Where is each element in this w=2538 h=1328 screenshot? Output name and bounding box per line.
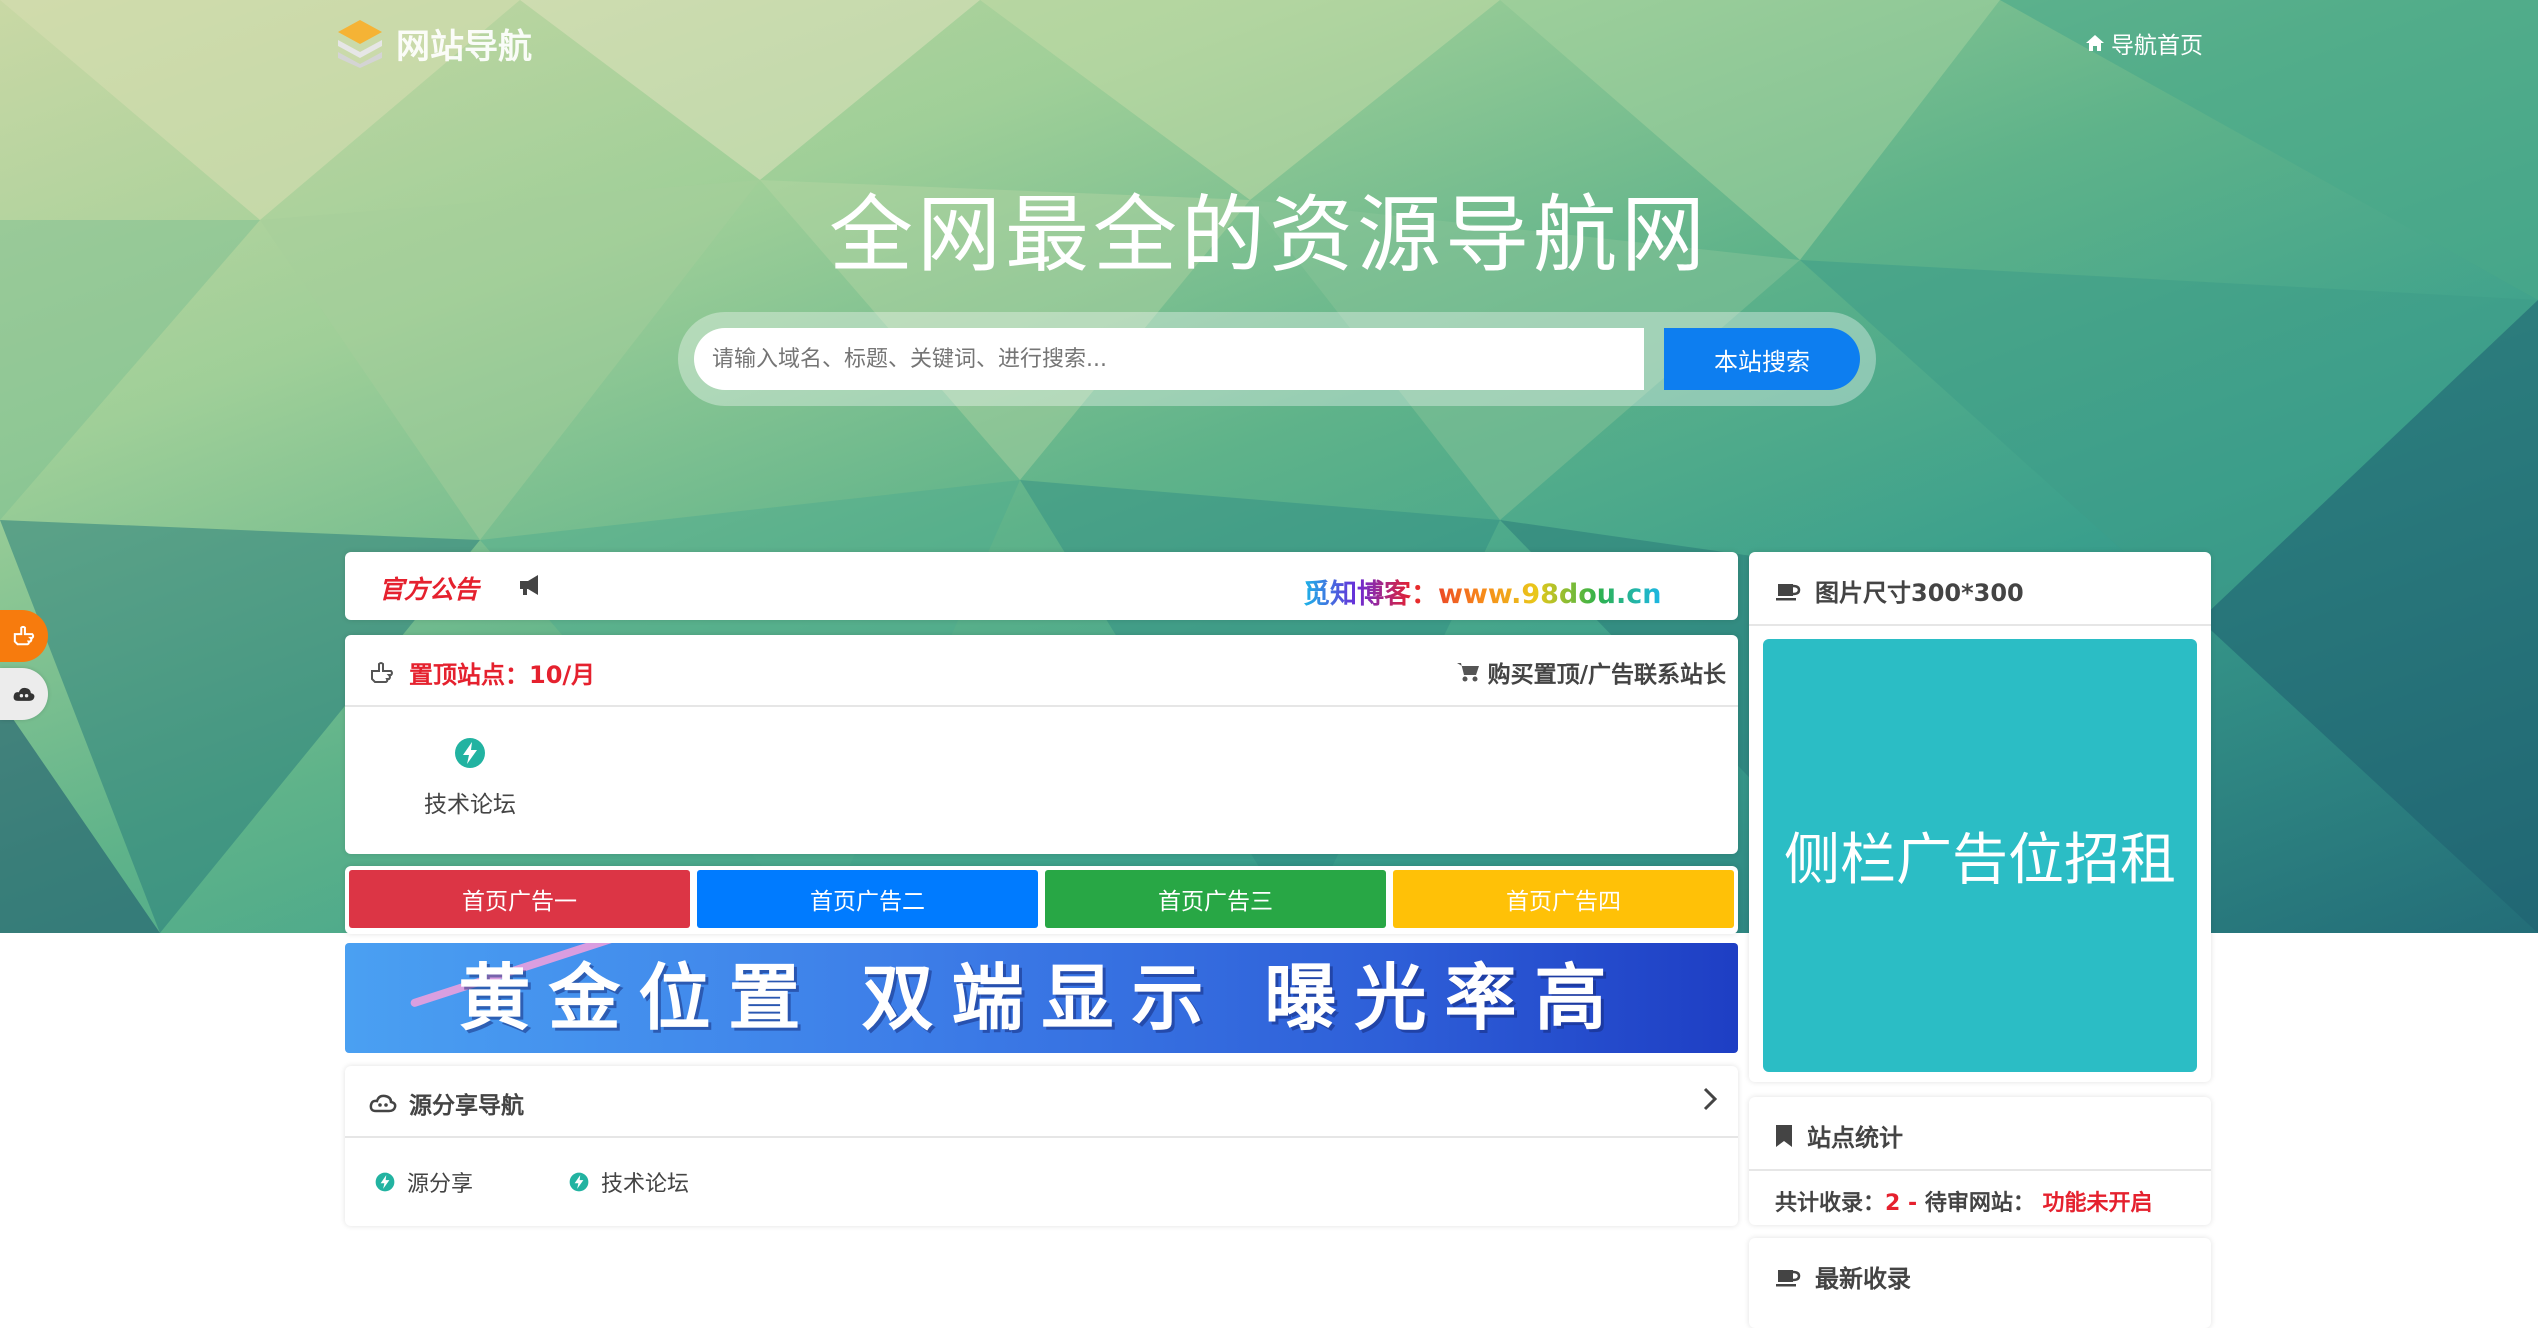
layers-icon <box>338 20 382 68</box>
buy-top-label: 购买置顶/广告联系站长 <box>1487 662 1726 688</box>
home-icon <box>2086 35 2104 51</box>
latest-panel: 最新收录 <box>1749 1238 2211 1328</box>
ad-button-1[interactable]: 首页广告一 <box>349 870 690 928</box>
source-nav-panel: 源分享导航 源分享 技术论坛 <box>345 1066 1738 1226</box>
search-input[interactable] <box>694 328 1644 390</box>
top-sites-title: 置顶站点：10/月 <box>409 661 596 689</box>
ad-button-3[interactable]: 首页广告三 <box>1045 870 1386 928</box>
pending-label: 待审网站： <box>1924 1191 2035 1216</box>
coffee-icon <box>1776 1269 1801 1286</box>
cart-icon <box>1456 663 1479 682</box>
top-site-item[interactable]: 技术论坛 <box>405 737 535 819</box>
total-label: 共计收录： <box>1775 1191 1886 1216</box>
pending-value: 功能未开启 <box>2042 1191 2153 1216</box>
bolt-circle-icon <box>569 1172 589 1192</box>
page-title: 全网最全的资源导航网 <box>828 186 1709 284</box>
bolt-circle-icon <box>455 738 485 768</box>
source-link-label: 技术论坛 <box>601 1172 690 1197</box>
bookmark-icon <box>1776 1124 1792 1147</box>
notice-bar: 官方公告 觅知博客：www.98dou.cn <box>345 552 1738 620</box>
ad-buttons-row: 首页广告一 首页广告二 首页广告三 首页广告四 <box>345 866 1738 934</box>
nav-home-label: 导航首页 <box>2111 33 2203 59</box>
cloud-icon <box>369 1094 397 1113</box>
site-stats-panel: 站点统计 共计收录：2 - 待审网站： 功能未开启 <box>1749 1097 2211 1225</box>
bullhorn-icon <box>520 575 538 595</box>
stats-title: 站点统计 <box>1807 1124 1903 1152</box>
stats-sep: - <box>1908 1191 1918 1216</box>
sidebar-ad-title: 图片尺寸300*300 <box>1815 579 2024 607</box>
hand-pointer-icon <box>13 625 35 646</box>
source-nav-title: 源分享导航 <box>409 1093 524 1119</box>
ad-button-4[interactable]: 首页广告四 <box>1393 870 1734 928</box>
source-link[interactable]: 源分享 <box>375 1166 473 1198</box>
notice-label: 官方公告 <box>379 575 480 604</box>
sidebar-ad-panel: 图片尺寸300*300 侧栏广告位招租 <box>1749 552 2211 1082</box>
latest-title: 最新收录 <box>1815 1265 1911 1293</box>
top-sites-header: 置顶站点：10/月 购买置顶/广告联系站长 <box>345 635 1738 707</box>
top-sites-panel: 置顶站点：10/月 购买置顶/广告联系站长 技术论坛 <box>345 635 1738 854</box>
hand-pointer-icon <box>371 661 393 683</box>
source-link-label: 源分享 <box>407 1172 474 1197</box>
coffee-icon <box>1776 583 1801 600</box>
cloud-icon <box>13 687 35 701</box>
chevron-right-icon[interactable] <box>1700 1084 1720 1114</box>
gold-ad-banner[interactable]: 黄金位置 双端显示 曝光率高 <box>345 943 1738 1053</box>
buy-top-link[interactable]: 购买置顶/广告联系站长 <box>1456 655 1726 689</box>
notice-text[interactable]: 觅知博客：www.98dou.cn <box>1303 572 1662 611</box>
ad-button-2[interactable]: 首页广告二 <box>697 870 1038 928</box>
nav-home-link[interactable]: 导航首页 <box>2085 26 2203 60</box>
bolt-circle-icon <box>375 1172 395 1192</box>
banner-text: 黄金位置 双端显示 曝光率高 <box>458 956 1625 1040</box>
sidebar-ad-image[interactable]: 侧栏广告位招租 <box>1763 639 2197 1072</box>
site-logo[interactable]: 网站导航 <box>336 18 532 68</box>
source-nav-header: 源分享导航 <box>345 1066 1738 1138</box>
search-button[interactable]: 本站搜索 <box>1664 328 1860 390</box>
logo-text: 网站导航 <box>396 26 532 67</box>
top-site-name: 技术论坛 <box>424 792 516 818</box>
stats-line: 共计收录：2 - 待审网站： 功能未开启 <box>1775 1185 2153 1217</box>
total-value: 2 <box>1885 1191 1901 1216</box>
source-link[interactable]: 技术论坛 <box>569 1166 689 1198</box>
